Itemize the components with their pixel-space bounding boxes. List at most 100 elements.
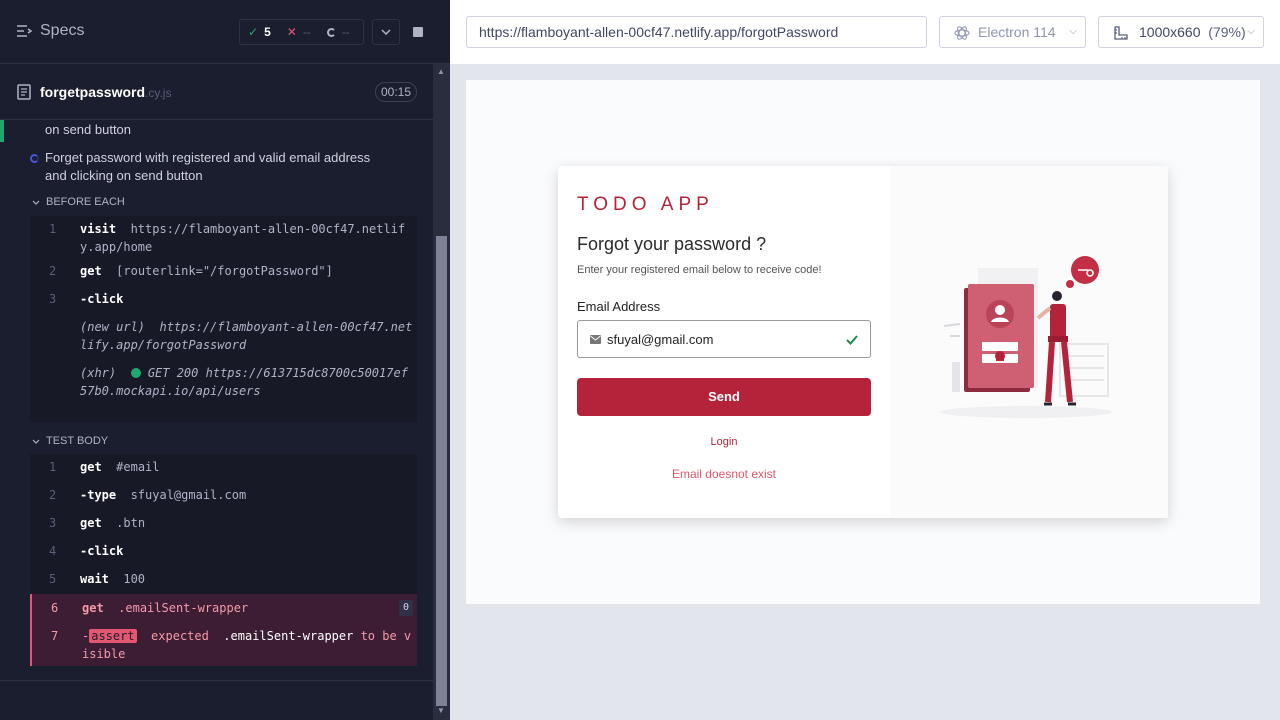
spec-file-ext: .cy.js [145, 86, 172, 100]
failed-assert-row[interactable]: 7 - assert expected .emailSent-wrapper to… [30, 622, 417, 666]
viewport-selector[interactable]: 1000x660 (79%) ⌵ [1098, 16, 1264, 48]
stop-button[interactable] [404, 19, 432, 45]
status-dot-icon [130, 368, 141, 378]
check-icon: ✓ [248, 25, 259, 39]
specs-label: Specs [40, 22, 85, 39]
command-name: get [80, 460, 102, 474]
forgot-password-card: TODO APP Forgot your password ? Enter yo… [558, 166, 1168, 518]
specs-button[interactable]: Specs [16, 22, 84, 40]
test-body-commands: 1 get #email 2 -type sfuyal@gmail.com 3 … [30, 454, 417, 666]
browser-selector[interactable]: Electron 114 ⌵ [939, 16, 1086, 48]
chevron-down-icon [32, 439, 40, 444]
illustration-section [890, 166, 1168, 518]
email-value: sfuyal@gmail.com [607, 332, 714, 347]
command-message: https://flamboyant-allen-00cf47.netlify.… [80, 222, 406, 254]
command-body: -click [80, 290, 415, 308]
viewport-zoom: (79%) [1208, 24, 1246, 40]
electron-icon [954, 26, 970, 40]
chevron-down-icon: ⌵ [1247, 26, 1255, 37]
current-test-title[interactable]: Forget password with registered and vali… [45, 149, 395, 185]
brand-logo: TODO APP [577, 194, 714, 215]
command-row[interactable]: 2 get [routerlink="/forgotPassword"] [30, 262, 417, 280]
error-message: Email doesnot exist [671, 467, 777, 481]
command-row[interactable]: 2 -type sfuyal@gmail.com [30, 486, 417, 504]
new-url-event[interactable]: (new url) https://flamboyant-allen-00cf4… [30, 318, 417, 354]
test-options-button[interactable] [372, 19, 400, 45]
command-message: .emailSent-wrapper [118, 601, 249, 615]
command-row[interactable]: 1 visit https://flamboyant-allen-00cf47.… [30, 220, 417, 256]
command-body: get #email [80, 458, 415, 476]
command-message: sfuyal@gmail.com [130, 488, 247, 502]
command-row[interactable]: 3 -click [30, 290, 417, 308]
command-number: 6 [51, 601, 59, 615]
command-body: get .btn [80, 514, 415, 532]
assert-expected: expected [151, 629, 209, 643]
reporter-header: Specs ✓ 5 ✕ -- -- [0, 0, 450, 64]
chevron-down-icon [381, 29, 391, 35]
new-url-label: (new url) [80, 320, 146, 334]
scroll-up-icon[interactable]: ▲ [437, 67, 445, 76]
command-row[interactable]: 3 get .btn [30, 514, 417, 532]
command-row[interactable]: 1 get #email [30, 458, 417, 476]
scrollbar-thumb[interactable] [436, 236, 447, 706]
command-row[interactable]: 5 wait 100 [30, 570, 417, 588]
spec-title-row: forgetpassword.cy.js 00:15 [0, 64, 433, 120]
pending-stat: -- [319, 25, 358, 39]
command-body: - assert expected .emailSent-wrapper to b… [82, 627, 417, 663]
command-message: #email [116, 460, 160, 474]
failed-stat: ✕ -- [279, 25, 319, 39]
xhr-body: (xhr) GET 200 https://613715dc8700c50017… [80, 364, 415, 400]
pending-icon [326, 27, 336, 37]
url-bar[interactable]: https://flamboyant-allen-00cf47.netlify.… [466, 16, 927, 48]
form-section: TODO APP Forgot your password ? Enter yo… [558, 166, 890, 518]
aut-header: https://flamboyant-allen-00cf47.netlify.… [450, 0, 1280, 64]
email-field[interactable]: sfuyal@gmail.com [577, 320, 871, 358]
passed-indicator [0, 120, 4, 142]
command-name: get [80, 264, 102, 278]
passed-stat: ✓ 5 [240, 25, 279, 39]
before-each-hook[interactable]: BEFORE EACH [32, 196, 125, 208]
command-number: 5 [49, 572, 57, 586]
command-name: -click [80, 544, 124, 558]
chevron-down-icon: ⌵ [1069, 26, 1077, 37]
page-title: Forgot your password ? [577, 234, 767, 254]
running-spinner-icon [30, 154, 39, 163]
assert-selector: .emailSent-wrapper [223, 629, 354, 643]
command-body: get [routerlink="/forgotPassword"] [80, 262, 415, 280]
passed-count: 5 [264, 25, 271, 39]
xhr-event[interactable]: (xhr) GET 200 https://613715dc8700c50017… [30, 364, 417, 418]
command-row[interactable]: 4 -click [30, 542, 417, 560]
command-number: 3 [49, 516, 57, 530]
pending-count: -- [341, 25, 350, 39]
command-number: 3 [49, 292, 57, 306]
new-url-body: (new url) https://flamboyant-allen-00cf4… [80, 318, 415, 354]
chevron-down-icon [32, 200, 40, 205]
spec-file-name: forgetpassword [40, 84, 146, 100]
command-body: -type sfuyal@gmail.com [80, 486, 415, 504]
command-name: wait [80, 572, 109, 586]
command-name: -type [80, 488, 117, 502]
login-link[interactable]: Login [558, 436, 890, 448]
command-number: 2 [49, 488, 57, 502]
command-body: visit https://flamboyant-allen-00cf47.ne… [80, 220, 415, 256]
assert-badge: assert [89, 629, 137, 643]
command-number: 2 [49, 264, 57, 278]
before-each-commands: 1 visit https://flamboyant-allen-00cf47.… [30, 216, 417, 422]
send-button[interactable]: Send [577, 378, 871, 416]
command-message: 100 [123, 572, 146, 586]
command-number: 4 [49, 544, 57, 558]
xhr-status: GET 200 [147, 366, 199, 380]
reporter-scrollbar[interactable]: ▲ ▼ [433, 64, 450, 720]
command-log[interactable]: on send button Forget password with regi… [0, 120, 433, 680]
command-body: get .emailSent-wrapper [82, 599, 417, 617]
specs-list-icon [17, 25, 32, 37]
scroll-down-icon[interactable]: ▼ [437, 706, 445, 715]
browser-name: Electron 114 [978, 24, 1056, 40]
failed-command-row[interactable]: 6 get .emailSent-wrapper 0 [30, 594, 417, 622]
previous-test-title[interactable]: on send button [45, 121, 131, 139]
document-icon [17, 84, 31, 100]
command-name: -click [80, 292, 124, 306]
command-body: wait 100 [80, 570, 415, 588]
test-body-section[interactable]: TEST BODY [32, 435, 108, 447]
command-number: 7 [51, 629, 59, 643]
